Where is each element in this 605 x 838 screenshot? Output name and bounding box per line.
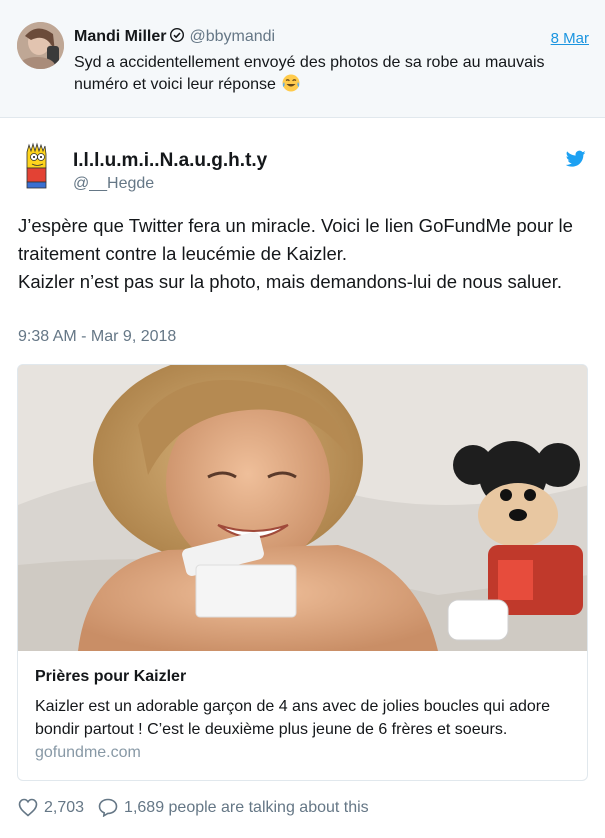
heart-icon[interactable] (18, 798, 38, 817)
link-preview-title[interactable]: Prières pour Kaizler (35, 668, 186, 686)
verified-badge-icon (170, 28, 185, 42)
tweet-text-line-2: Kaizler n’est pas sur la photo, mais dem… (18, 271, 562, 292)
author-handle[interactable]: @__Hegde (73, 175, 154, 193)
tweet-timestamp[interactable]: 9:38 AM - Mar 9, 2018 (18, 328, 176, 346)
face-with-tears-of-joy-icon (282, 74, 300, 92)
tweet-card: I.l.l.u.m.i..N.a.u.g.h.t.y @__Hegde J’es… (0, 120, 605, 838)
author-name[interactable]: I.l.l.u.m.i..N.a.u.g.h.t.y (73, 150, 267, 172)
comment-bubble-icon[interactable] (98, 798, 118, 817)
parent-author-name[interactable]: Mandi Miller (74, 28, 166, 45)
parent-tweet: Mandi Miller @bbymandi 8 Mar Syd a accid… (0, 0, 605, 118)
tweet-text: J’espère que Twitter fera un miracle. Vo… (18, 212, 588, 296)
tweet-text-line-1: J’espère que Twitter fera un miracle. Vo… (18, 215, 573, 264)
parent-name-row: Mandi Miller @bbymandi (74, 28, 275, 46)
author-avatar[interactable] (18, 142, 56, 190)
parent-author-handle[interactable]: @bbymandi (189, 28, 275, 45)
like-count: 2,703 (44, 798, 85, 816)
comment-action[interactable]: 1,689 people are talking about this (98, 798, 369, 817)
link-preview-description-text: Kaizler est un adorable garçon de 4 ans … (35, 698, 550, 738)
parent-tweet-date-link[interactable]: 8 Mar (551, 30, 589, 47)
link-preview-domain[interactable]: gofundme.com (35, 744, 141, 761)
comment-count-text: 1,689 people are talking about this (124, 798, 369, 816)
twitter-bird-icon[interactable] (566, 150, 586, 168)
parent-tweet-body: Syd a accidentellement envoyé des photos… (74, 54, 545, 93)
link-preview-image[interactable] (18, 365, 587, 651)
like-action[interactable]: 2,703 (18, 798, 84, 817)
link-preview-description: Kaizler est un adorable garçon de 4 ans … (35, 695, 575, 764)
link-preview-card[interactable]: Prières pour Kaizler Kaizler est un ador… (17, 364, 588, 781)
parent-tweet-text: Syd a accidentellement envoyé des photos… (74, 52, 584, 96)
parent-avatar[interactable] (17, 22, 64, 69)
tweet-actions: 2,703 1,689 people are talking about thi… (18, 798, 369, 817)
